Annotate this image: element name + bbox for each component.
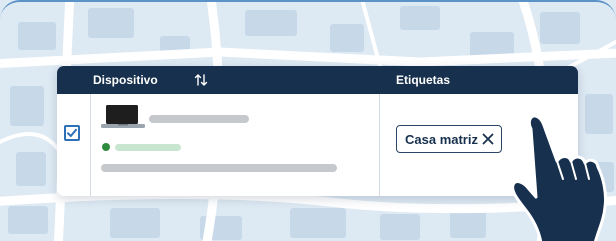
- laptop-icon: [101, 105, 145, 128]
- checkmark-icon: [67, 128, 77, 137]
- tag-chip[interactable]: Casa matriz: [396, 125, 502, 153]
- tag-label: Casa matriz: [405, 132, 478, 147]
- device-table: Dispositivo Etiquetas Casa matriz: [57, 66, 578, 196]
- status-dot: [102, 143, 110, 151]
- pointing-hand-icon: [511, 114, 607, 241]
- device-detail-placeholder: [101, 164, 337, 172]
- table-row[interactable]: Casa matriz: [57, 94, 578, 196]
- column-divider: [379, 94, 380, 196]
- row-checkbox[interactable]: [64, 125, 80, 141]
- column-header-etiquetas: Etiquetas: [396, 73, 451, 87]
- sort-arrows-icon[interactable]: [194, 73, 208, 87]
- column-divider: [90, 94, 91, 196]
- table-header: Dispositivo Etiquetas: [57, 66, 578, 94]
- status-placeholder: [115, 144, 181, 151]
- device-name-placeholder: [149, 115, 249, 123]
- column-header-dispositivo[interactable]: Dispositivo: [93, 73, 158, 87]
- app-frame: Dispositivo Etiquetas Casa matriz: [0, 0, 616, 241]
- close-icon[interactable]: [481, 132, 495, 146]
